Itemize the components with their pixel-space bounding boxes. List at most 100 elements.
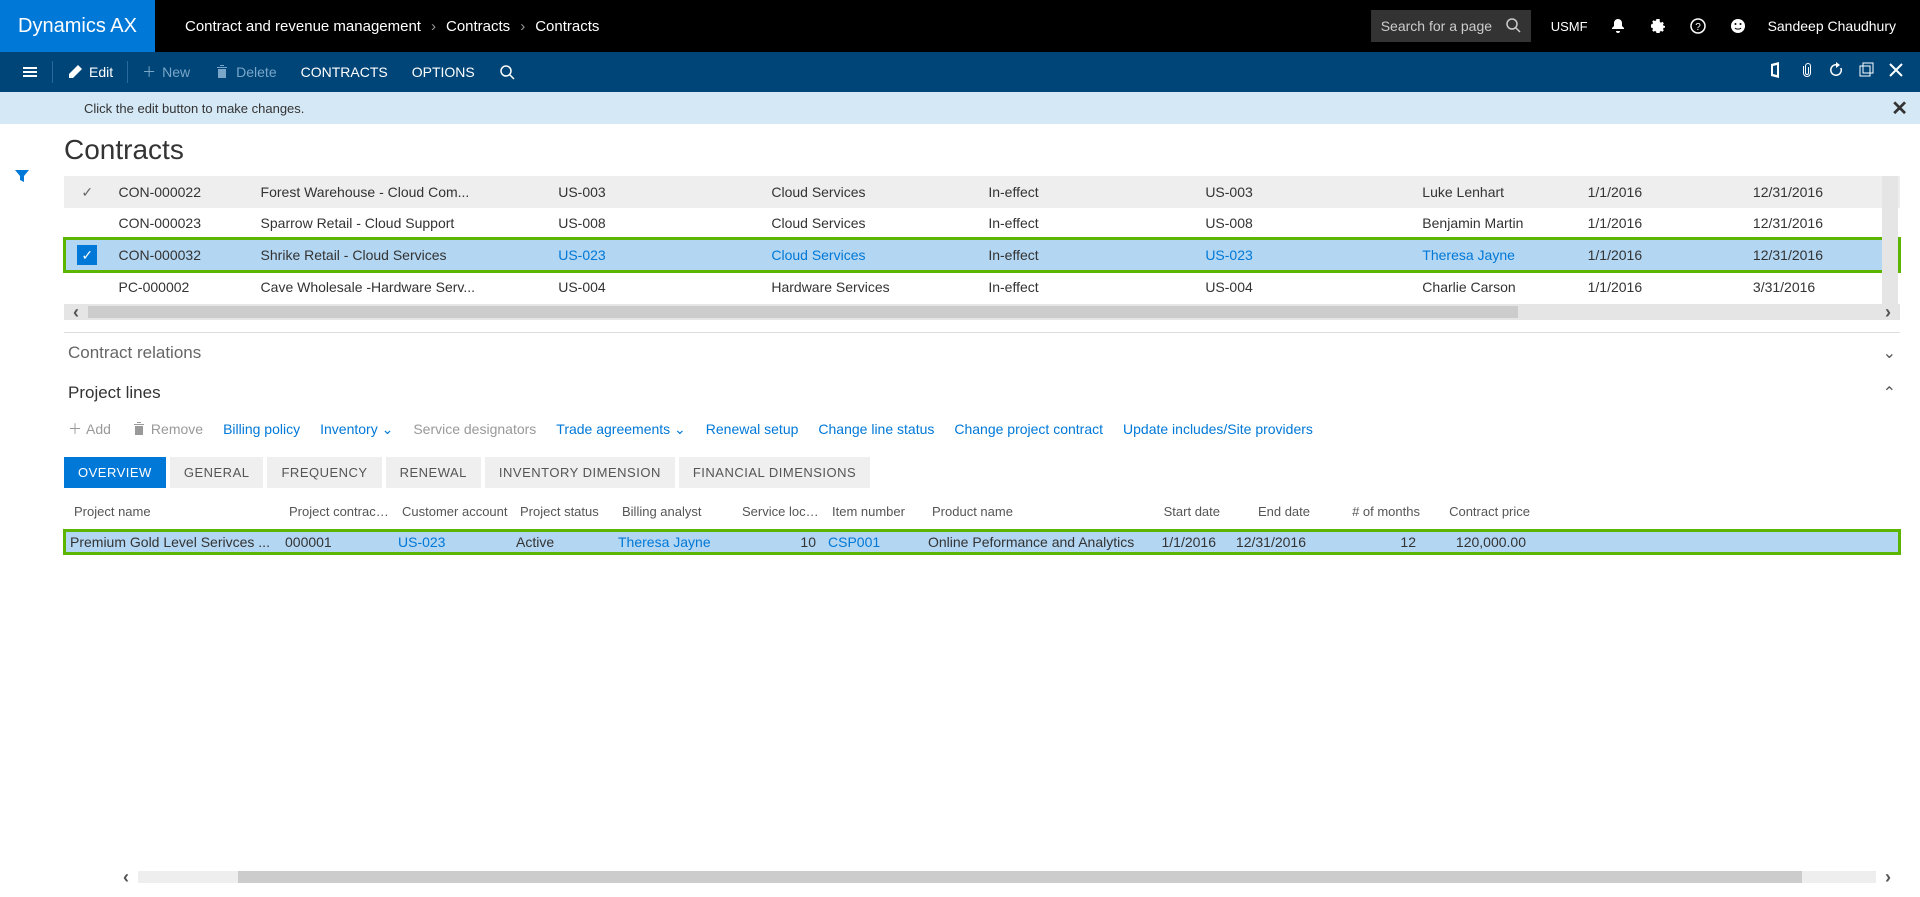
cell-loc[interactable]: US-003 <box>1197 176 1414 208</box>
cell-start[interactable]: 1/1/2016 <box>1580 176 1745 208</box>
cell-service[interactable]: Cloud Services <box>763 176 980 208</box>
cell-service-link[interactable]: Cloud Services <box>763 238 980 272</box>
cell-owner[interactable]: Benjamin Martin <box>1414 208 1579 238</box>
cell-project-status[interactable]: Active <box>510 530 612 554</box>
service-designators-link[interactable]: Service designators <box>413 421 536 437</box>
col-project-contract-id[interactable]: Project contract ID <box>283 500 396 523</box>
table-row-selected[interactable]: ✓ CON-000032 Shrike Retail - Cloud Servi… <box>64 238 1900 272</box>
chevron-down-icon[interactable]: ⌄ <box>1883 343 1896 363</box>
tab-frequency[interactable]: FREQUENCY <box>267 457 381 488</box>
update-includes-link[interactable]: Update includes/Site providers <box>1123 421 1313 437</box>
cell-end[interactable]: 12/31/2016 <box>1745 208 1900 238</box>
breadcrumb-item-2[interactable]: Contracts <box>535 18 599 35</box>
cell-account[interactable]: US-004 <box>550 272 763 302</box>
cell-status[interactable]: In-effect <box>980 238 1197 272</box>
col-customer-account[interactable]: Customer account <box>396 500 514 523</box>
cell-end-date[interactable]: 12/31/2016 <box>1222 530 1312 554</box>
chevron-up-icon[interactable]: ⌃ <box>1883 383 1896 403</box>
col-months[interactable]: # of months <box>1316 500 1426 523</box>
cell-name[interactable]: Sparrow Retail - Cloud Support <box>253 208 551 238</box>
tab-financial-dimensions[interactable]: FINANCIAL DIMENSIONS <box>679 457 870 488</box>
cell-contract-price[interactable]: 120,000.00 <box>1422 530 1532 554</box>
cell-project-name[interactable]: Premium Gold Level Serivces ... <box>64 530 279 554</box>
cell-account[interactable]: US-003 <box>550 176 763 208</box>
col-item-number[interactable]: Item number <box>826 500 926 523</box>
table-row[interactable]: PC-000002 Cave Wholesale -Hardware Serv.… <box>64 272 1900 302</box>
gear-icon[interactable] <box>1648 16 1668 36</box>
find-button[interactable] <box>487 52 527 92</box>
billing-policy-link[interactable]: Billing policy <box>223 421 300 437</box>
table-row[interactable]: ✓ CON-000022 Forest Warehouse - Cloud Co… <box>64 176 1900 208</box>
cell-account[interactable]: US-008 <box>550 208 763 238</box>
remove-button[interactable]: Remove <box>131 421 203 437</box>
new-button[interactable]: ＋ New <box>130 52 202 92</box>
hamburger-menu-button[interactable] <box>10 52 50 92</box>
section-contract-relations[interactable]: Contract relations ⌄ <box>64 332 1900 373</box>
scroll-left-icon[interactable]: ‹ <box>64 302 88 323</box>
col-project-name[interactable]: Project name <box>68 500 283 523</box>
tab-general[interactable]: GENERAL <box>170 457 264 488</box>
cell-start[interactable]: 1/1/2016 <box>1580 238 1745 272</box>
cell-id[interactable]: PC-000002 <box>110 272 252 302</box>
cell-loc[interactable]: US-004 <box>1197 272 1414 302</box>
options-tab[interactable]: OPTIONS <box>400 52 487 92</box>
search-input[interactable]: Search for a page <box>1371 10 1531 42</box>
tab-inventory-dimension[interactable]: INVENTORY DIMENSION <box>485 457 675 488</box>
popout-icon[interactable] <box>1858 62 1874 83</box>
help-icon[interactable]: ? <box>1688 16 1708 36</box>
bell-icon[interactable] <box>1608 16 1628 36</box>
col-product-name[interactable]: Product name <box>926 500 1156 523</box>
smiley-icon[interactable] <box>1728 16 1748 36</box>
close-icon[interactable] <box>1888 62 1904 83</box>
scroll-right-icon[interactable]: › <box>1876 867 1900 888</box>
cell-item-number-link[interactable]: CSP001 <box>822 530 922 554</box>
col-start-date[interactable]: Start date <box>1156 500 1226 523</box>
table-row[interactable]: CON-000023 Sparrow Retail - Cloud Suppor… <box>64 208 1900 238</box>
vertical-scrollbar[interactable] <box>1882 176 1898 306</box>
close-icon[interactable]: ✕ <box>1891 96 1908 121</box>
cell-loc[interactable]: US-008 <box>1197 208 1414 238</box>
cell-name[interactable]: Cave Wholesale -Hardware Serv... <box>253 272 551 302</box>
cell-end[interactable]: 3/31/2016 <box>1745 272 1900 302</box>
trade-agreements-dropdown[interactable]: Trade agreements ⌄ <box>556 421 686 438</box>
breadcrumb-item-1[interactable]: Contracts <box>446 18 510 35</box>
cell-owner-link[interactable]: Theresa Jayne <box>1414 238 1579 272</box>
tab-overview[interactable]: OVERVIEW <box>64 457 166 488</box>
cell-name[interactable]: Forest Warehouse - Cloud Com... <box>253 176 551 208</box>
refresh-icon[interactable] <box>1828 62 1844 83</box>
section-project-lines[interactable]: Project lines ⌃ <box>64 373 1900 413</box>
cell-service-location[interactable]: 10 <box>732 530 822 554</box>
user-name[interactable]: Sandeep Chaudhury <box>1768 18 1896 34</box>
delete-button[interactable]: Delete <box>202 52 288 92</box>
check-icon[interactable]: ✓ <box>81 184 93 200</box>
cell-start[interactable]: 1/1/2016 <box>1580 208 1745 238</box>
paperclip-icon[interactable] <box>1798 62 1814 83</box>
cell-name[interactable]: Shrike Retail - Cloud Services <box>253 238 551 272</box>
check-icon[interactable]: ✓ <box>77 245 97 265</box>
scroll-left-icon[interactable]: ‹ <box>114 867 138 888</box>
cell-start-date[interactable]: 1/1/2016 <box>1152 530 1222 554</box>
cell-start[interactable]: 1/1/2016 <box>1580 272 1745 302</box>
company-label[interactable]: USMF <box>1551 19 1588 34</box>
cell-loc-link[interactable]: US-023 <box>1197 238 1414 272</box>
cell-id[interactable]: CON-000023 <box>110 208 252 238</box>
breadcrumb-item-0[interactable]: Contract and revenue management <box>185 18 421 35</box>
cell-owner[interactable]: Luke Lenhart <box>1414 176 1579 208</box>
filter-icon[interactable] <box>14 168 30 189</box>
change-project-contract-link[interactable]: Change project contract <box>954 421 1103 437</box>
office-icon[interactable] <box>1768 62 1784 83</box>
renewal-setup-link[interactable]: Renewal setup <box>706 421 799 437</box>
cell-status[interactable]: In-effect <box>980 176 1197 208</box>
edit-button[interactable]: Edit <box>55 52 125 92</box>
lines-row-selected[interactable]: Premium Gold Level Serivces ... 000001 U… <box>64 530 1900 554</box>
inventory-dropdown[interactable]: Inventory ⌄ <box>320 421 393 438</box>
bottom-horizontal-scrollbar[interactable]: ‹ › <box>114 869 1900 885</box>
cell-billing-analyst-link[interactable]: Theresa Jayne <box>612 530 732 554</box>
col-service-location[interactable]: Service locati... <box>736 500 826 523</box>
col-project-status[interactable]: Project status <box>514 500 616 523</box>
cell-account-link[interactable]: US-023 <box>550 238 763 272</box>
tab-renewal[interactable]: RENEWAL <box>386 457 481 488</box>
contracts-tab[interactable]: CONTRACTS <box>289 52 400 92</box>
col-billing-analyst[interactable]: Billing analyst <box>616 500 736 523</box>
cell-end[interactable]: 12/31/2016 <box>1745 176 1900 208</box>
